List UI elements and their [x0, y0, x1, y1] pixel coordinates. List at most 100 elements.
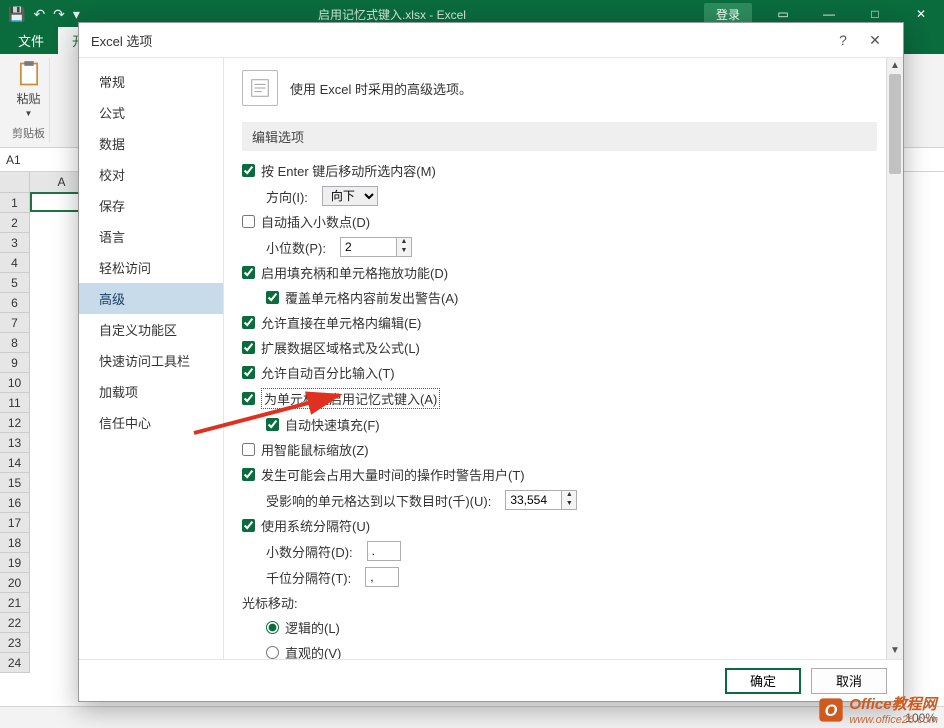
checkbox-system-separators[interactable]	[242, 519, 255, 532]
checkbox-intellimouse[interactable]	[242, 443, 255, 456]
nav-language[interactable]: 语言	[79, 221, 223, 252]
excel-options-dialog: Excel 选项 ? ✕ 常规 公式 数据 校对 保存 语言 轻松访问 高级 自…	[78, 22, 904, 702]
nav-quick-access[interactable]: 快速访问工具栏	[79, 345, 223, 376]
row-header[interactable]: 2	[0, 213, 30, 233]
cancel-button[interactable]: 取消	[811, 668, 887, 694]
nav-customize-ribbon[interactable]: 自定义功能区	[79, 314, 223, 345]
row-header[interactable]: 15	[0, 473, 30, 493]
label-decimal-places: 小位数(P):	[266, 238, 326, 257]
row-header[interactable]: 16	[0, 493, 30, 513]
row-header[interactable]: 4	[0, 253, 30, 273]
spin-up-icon[interactable]: ▲	[562, 491, 576, 500]
label-threshold: 受影响的单元格达到以下数目时(千)(U):	[266, 491, 491, 510]
label-logical: 逻辑的(L)	[285, 618, 340, 637]
label-flash-fill: 自动快速填充(F)	[285, 415, 380, 434]
row-header[interactable]: 20	[0, 573, 30, 593]
nav-addins[interactable]: 加载项	[79, 376, 223, 407]
select-all-corner[interactable]	[0, 172, 30, 192]
checkbox-auto-decimal[interactable]	[242, 215, 255, 228]
nav-general[interactable]: 常规	[79, 66, 223, 97]
tab-file[interactable]: 文件	[4, 27, 58, 54]
spin-down-icon[interactable]: ▼	[562, 500, 576, 509]
nav-save[interactable]: 保存	[79, 190, 223, 221]
nav-advanced[interactable]: 高级	[79, 283, 223, 314]
label-intellimouse: 用智能鼠标缩放(Z)	[261, 440, 369, 459]
checkbox-extend-formats[interactable]	[242, 341, 255, 354]
spin-down-icon[interactable]: ▼	[397, 247, 411, 256]
nav-data[interactable]: 数据	[79, 128, 223, 159]
row-header[interactable]: 10	[0, 373, 30, 393]
checkbox-overwrite-warn[interactable]	[266, 291, 279, 304]
row-header[interactable]: 24	[0, 653, 30, 673]
label-system-separators: 使用系统分隔符(U)	[261, 516, 370, 535]
checkbox-percent-entry[interactable]	[242, 366, 255, 379]
row-header[interactable]: 5	[0, 273, 30, 293]
label-thousand-sep: 千位分隔符(T):	[266, 568, 351, 587]
row-header[interactable]: 1	[0, 193, 30, 213]
label-visual: 直观的(V)	[285, 643, 341, 659]
checkbox-edit-in-cell[interactable]	[242, 316, 255, 329]
checkbox-enter-move[interactable]	[242, 164, 255, 177]
options-content: 使用 Excel 时采用的高级选项。 编辑选项 按 Enter 键后移动所选内容…	[223, 58, 903, 659]
row-header[interactable]: 11	[0, 393, 30, 413]
undo-icon[interactable]: ↶	[33, 6, 45, 23]
spin-up-icon[interactable]: ▲	[397, 238, 411, 247]
name-box[interactable]: A1	[0, 151, 80, 169]
label-cursor-movement: 光标移动:	[242, 593, 877, 612]
label-decimal-sep: 小数分隔符(D):	[266, 542, 353, 561]
label-auto-decimal: 自动插入小数点(D)	[261, 212, 370, 231]
row-header[interactable]: 12	[0, 413, 30, 433]
row-header[interactable]: 22	[0, 613, 30, 633]
checkbox-autocomplete[interactable]	[242, 392, 255, 405]
row-header[interactable]: 13	[0, 433, 30, 453]
radio-visual[interactable]	[266, 646, 279, 659]
redo-icon[interactable]: ↷	[53, 6, 65, 23]
input-thousand-sep[interactable]	[365, 567, 399, 587]
group-label-clipboard: 剪贴板	[12, 125, 45, 141]
row-header[interactable]: 9	[0, 353, 30, 373]
input-threshold[interactable]	[505, 490, 561, 510]
row-header[interactable]: 17	[0, 513, 30, 533]
quick-access-toolbar: 💾 ↶ ↷ ▾	[0, 6, 80, 23]
row-header[interactable]: 7	[0, 313, 30, 333]
row-header[interactable]: 21	[0, 593, 30, 613]
scroll-up-icon[interactable]: ▲	[887, 58, 903, 74]
input-decimal-sep[interactable]	[367, 541, 401, 561]
radio-logical[interactable]	[266, 621, 279, 634]
options-nav: 常规 公式 数据 校对 保存 语言 轻松访问 高级 自定义功能区 快速访问工具栏…	[79, 58, 223, 659]
row-header[interactable]: 18	[0, 533, 30, 553]
close-icon[interactable]: ✕	[898, 0, 944, 28]
checkbox-flash-fill[interactable]	[266, 418, 279, 431]
paste-button[interactable]: 粘贴 ▼	[15, 60, 43, 118]
save-icon[interactable]: 💾	[8, 6, 25, 23]
scroll-thumb[interactable]	[889, 74, 901, 174]
watermark: O Office教程网 www.office26.com	[817, 693, 938, 726]
checkbox-time-warn[interactable]	[242, 468, 255, 481]
row-header[interactable]: 19	[0, 553, 30, 573]
label-edit-in-cell: 允许直接在单元格内编辑(E)	[261, 313, 421, 332]
ok-button[interactable]: 确定	[725, 668, 801, 694]
row-header[interactable]: 8	[0, 333, 30, 353]
label-direction: 方向(I):	[266, 187, 308, 206]
content-scrollbar[interactable]: ▲ ▼	[886, 58, 903, 659]
qat-customize-icon[interactable]: ▾	[73, 6, 80, 23]
row-header[interactable]: 14	[0, 453, 30, 473]
scroll-down-icon[interactable]: ▼	[887, 643, 903, 659]
watermark-logo-icon: O	[817, 696, 845, 724]
dialog-title: Excel 选项	[91, 31, 152, 50]
label-autocomplete: 为单元格值启用记忆式键入(A)	[261, 388, 440, 409]
label-time-warn: 发生可能会占用大量时间的操作时警告用户(T)	[261, 465, 525, 484]
row-header[interactable]: 3	[0, 233, 30, 253]
select-direction[interactable]: 向下	[322, 186, 378, 206]
nav-ease-of-access[interactable]: 轻松访问	[79, 252, 223, 283]
nav-formulas[interactable]: 公式	[79, 97, 223, 128]
dialog-close-icon[interactable]: ✕	[859, 32, 891, 49]
checkbox-fill-handle[interactable]	[242, 266, 255, 279]
label-overwrite-warn: 覆盖单元格内容前发出警告(A)	[285, 288, 458, 307]
row-header[interactable]: 6	[0, 293, 30, 313]
input-decimal-places[interactable]	[340, 237, 396, 257]
row-header[interactable]: 23	[0, 633, 30, 653]
help-button[interactable]: ?	[827, 32, 859, 48]
nav-trust-center[interactable]: 信任中心	[79, 407, 223, 438]
nav-proofing[interactable]: 校对	[79, 159, 223, 190]
